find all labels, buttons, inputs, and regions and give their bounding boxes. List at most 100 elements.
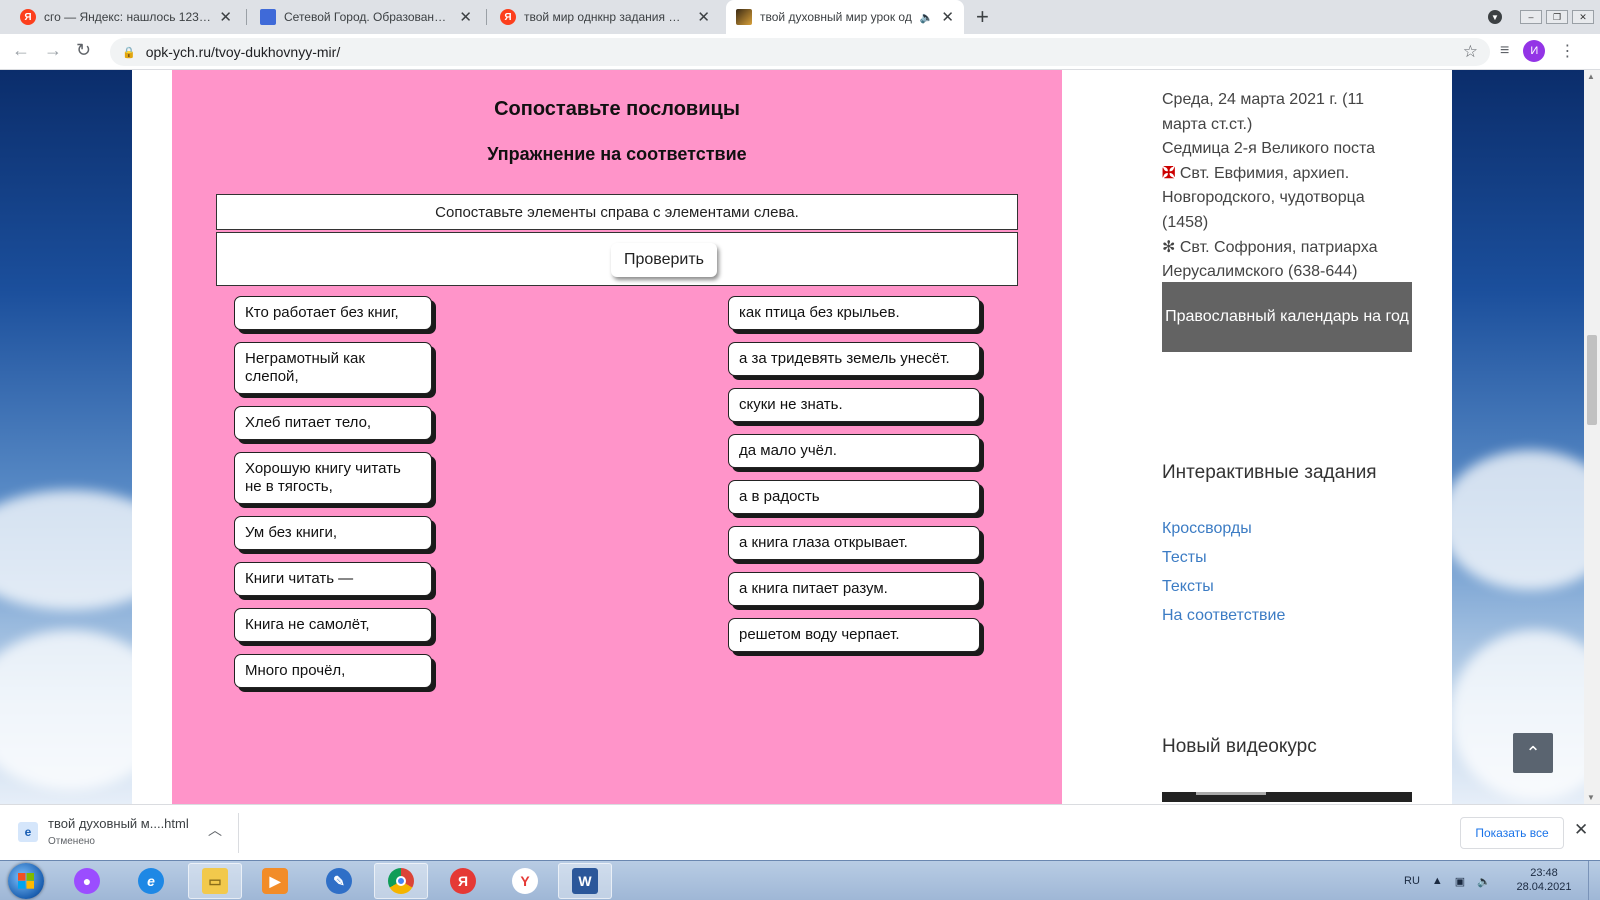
window-controls: ▼ – ❐ ✕ bbox=[1488, 0, 1594, 34]
left-proverb-card[interactable]: Хорошую книгу читать не в тягость, bbox=[234, 452, 432, 504]
taskbar-word[interactable]: W bbox=[558, 863, 612, 899]
interactive-tasks-title: Интерактивные задания bbox=[1162, 462, 1377, 483]
yandex-favicon-icon: Я bbox=[500, 9, 516, 25]
browser-tab-strip: Я сго — Яндекс: нашлось 123 млн ✕ Сетево… bbox=[0, 0, 1600, 34]
close-downloads-icon[interactable]: ✕ bbox=[1574, 820, 1588, 840]
right-proverb-card[interactable]: а книга глаза открывает. bbox=[728, 526, 980, 560]
network-city-favicon-icon bbox=[260, 9, 276, 25]
calendar-year-button[interactable]: Православный календарь на год bbox=[1162, 282, 1412, 352]
forward-arrow-icon[interactable]: → bbox=[44, 40, 62, 61]
taskbar-internet-explorer[interactable]: e bbox=[124, 863, 178, 899]
back-arrow-icon[interactable]: ← bbox=[12, 40, 30, 61]
chrome-icon bbox=[388, 868, 414, 894]
browser-toolbar: ← → ↻ 🔒 opk-ych.ru/tvoy-dukhovnyy-mir/ ☆… bbox=[0, 34, 1600, 70]
menu-kebab-icon[interactable]: ⋮ bbox=[1559, 41, 1575, 61]
alice-assistant-icon: ● bbox=[74, 868, 100, 894]
close-tab-icon[interactable]: ✕ bbox=[697, 8, 710, 26]
download-status: Отменено bbox=[48, 836, 95, 847]
tab-title: твой мир однкнр задания — Ян bbox=[524, 10, 690, 24]
site-favicon-icon bbox=[736, 9, 752, 25]
new-tab-button[interactable]: + bbox=[976, 4, 989, 30]
video-thumb-strip bbox=[1196, 792, 1266, 795]
left-proverb-card[interactable]: Книга не самолёт, bbox=[234, 608, 432, 642]
check-button[interactable]: Проверить bbox=[611, 243, 717, 277]
taskbar-pen-app[interactable]: ✎ bbox=[312, 863, 366, 899]
lock-icon[interactable]: 🔒 bbox=[122, 46, 136, 59]
close-tab-icon[interactable]: ✕ bbox=[459, 8, 472, 26]
windows-logo-icon bbox=[18, 873, 34, 889]
network-icon[interactable]: ▣ bbox=[1455, 875, 1465, 888]
media-control-icon[interactable]: ≡ bbox=[1500, 42, 1509, 60]
taskbar-chrome[interactable] bbox=[374, 863, 428, 899]
audio-playing-icon[interactable]: 🔈 bbox=[920, 11, 934, 24]
profile-avatar[interactable]: И bbox=[1523, 40, 1546, 62]
link-crosswords[interactable]: Кроссворды bbox=[1162, 520, 1252, 538]
right-proverb-card[interactable]: решетом воду черпает. bbox=[728, 618, 980, 652]
downloads-bar: e твой духовный м....html Отменено ︿ Пок… bbox=[0, 804, 1600, 860]
link-matching[interactable]: На соответствие bbox=[1162, 607, 1285, 625]
scroll-to-top-button[interactable]: ⌃ bbox=[1513, 733, 1553, 773]
show-desktop-button[interactable] bbox=[1588, 861, 1600, 900]
link-tests[interactable]: Тесты bbox=[1162, 549, 1207, 567]
video-thumbnail[interactable] bbox=[1162, 792, 1412, 802]
tab-active-lesson[interactable]: твой духовный мир урок од 🔈 ✕ bbox=[726, 0, 964, 34]
right-proverb-card[interactable]: да мало учёл. bbox=[728, 434, 980, 468]
tab-search-dropdown-icon[interactable]: ▼ bbox=[1488, 10, 1502, 24]
calendar-date: Среда, 24 марта 2021 г. (11 марта ст.ст.… bbox=[1162, 91, 1365, 133]
taskbar-explorer[interactable]: ▭ bbox=[188, 863, 242, 899]
show-all-downloads-button[interactable]: Показать все bbox=[1460, 817, 1564, 849]
toolbar-actions: ≡ И ⋮ bbox=[1500, 40, 1575, 62]
left-proverb-card[interactable]: Хлеб питает тело, bbox=[234, 406, 432, 440]
page-viewport: Сопоставьте пословицы Упражнение на соот… bbox=[0, 70, 1584, 804]
tab-setevoy-gorod[interactable]: Сетевой Город. Образование. К ✕ bbox=[250, 0, 482, 34]
taskbar-clock[interactable]: 23:48 28.04.2021 bbox=[1514, 866, 1574, 894]
left-proverb-card[interactable]: Ум без книги, bbox=[234, 516, 432, 550]
matching-exercise: Сопоставьте пословицы Упражнение на соот… bbox=[172, 70, 1062, 804]
video-course-title: Новый видеокурс bbox=[1162, 736, 1317, 757]
bookmark-star-icon[interactable]: ☆ bbox=[1463, 42, 1478, 62]
taskbar-yandex[interactable]: Y bbox=[498, 863, 552, 899]
word-icon: W bbox=[572, 868, 598, 894]
tab-title: твой духовный мир урок од bbox=[760, 10, 912, 24]
tab-yandex-search[interactable]: Я сго — Яндекс: нашлось 123 млн ✕ bbox=[10, 0, 242, 34]
volume-icon[interactable]: 🔈 bbox=[1477, 875, 1491, 888]
tab-title: сго — Яндекс: нашлось 123 млн bbox=[44, 10, 212, 24]
left-proverb-card[interactable]: Книги читать — bbox=[234, 562, 432, 596]
right-proverb-card[interactable]: а книга питает разум. bbox=[728, 572, 980, 606]
right-proverb-card[interactable]: скуки не знать. bbox=[728, 388, 980, 422]
clock-time: 23:48 bbox=[1530, 867, 1558, 879]
windows-taskbar: ● e ▭ ▶ ✎ Я Y W RU ▲ ▣ 🔈 23:48 28.04.202… bbox=[0, 860, 1600, 900]
calendar-widget: Среда, 24 марта 2021 г. (11 марта ст.ст.… bbox=[1122, 70, 1452, 398]
url-text[interactable]: opk-ych.ru/tvoy-dukhovnyy-mir/ bbox=[146, 44, 341, 60]
page-scrollbar[interactable]: ▲ ▼ bbox=[1584, 70, 1600, 804]
language-indicator[interactable]: RU bbox=[1404, 875, 1420, 887]
taskbar-alice[interactable]: ● bbox=[60, 863, 114, 899]
scrollbar-thumb[interactable] bbox=[1587, 335, 1597, 425]
restore-button[interactable]: ❐ bbox=[1546, 10, 1568, 24]
close-tab-icon[interactable]: ✕ bbox=[219, 8, 232, 26]
taskbar-media-player[interactable]: ▶ bbox=[248, 863, 302, 899]
scroll-down-arrow-icon[interactable]: ▼ bbox=[1587, 793, 1595, 802]
yandex-browser-icon: Я bbox=[450, 868, 476, 894]
taskbar-yandex-browser[interactable]: Я bbox=[436, 863, 490, 899]
chevron-up-icon[interactable]: ︿ bbox=[208, 820, 222, 840]
scroll-up-arrow-icon[interactable]: ▲ bbox=[1587, 72, 1595, 81]
left-proverb-card[interactable]: Много прочёл, bbox=[234, 654, 432, 688]
minimize-button[interactable]: – bbox=[1520, 10, 1542, 24]
right-proverb-card[interactable]: а в радость bbox=[728, 480, 980, 514]
close-window-button[interactable]: ✕ bbox=[1572, 10, 1594, 24]
start-button[interactable] bbox=[8, 863, 44, 899]
tab-yandex-tasks[interactable]: Я твой мир однкнр задания — Ян ✕ bbox=[490, 0, 720, 34]
reload-icon[interactable]: ↻ bbox=[76, 40, 91, 61]
close-tab-icon[interactable]: ✕ bbox=[941, 8, 954, 26]
left-proverb-card[interactable]: Кто работает без книг, bbox=[234, 296, 432, 330]
tray-expand-icon[interactable]: ▲ bbox=[1432, 875, 1443, 887]
address-bar[interactable]: 🔒 opk-ych.ru/tvoy-dukhovnyy-mir/ ☆ bbox=[110, 38, 1490, 66]
download-item[interactable]: e твой духовный м....html Отменено ︿ bbox=[14, 814, 238, 854]
exercise-instruction: Сопоставьте элементы справа с элементами… bbox=[216, 194, 1018, 230]
right-proverb-card[interactable]: а за тридевять земель унесёт. bbox=[728, 342, 980, 376]
tab-separator bbox=[486, 9, 487, 25]
left-proverb-card[interactable]: Неграмотный как слепой, bbox=[234, 342, 432, 394]
right-proverb-card[interactable]: как птица без крыльев. bbox=[728, 296, 980, 330]
link-texts[interactable]: Тексты bbox=[1162, 578, 1214, 596]
